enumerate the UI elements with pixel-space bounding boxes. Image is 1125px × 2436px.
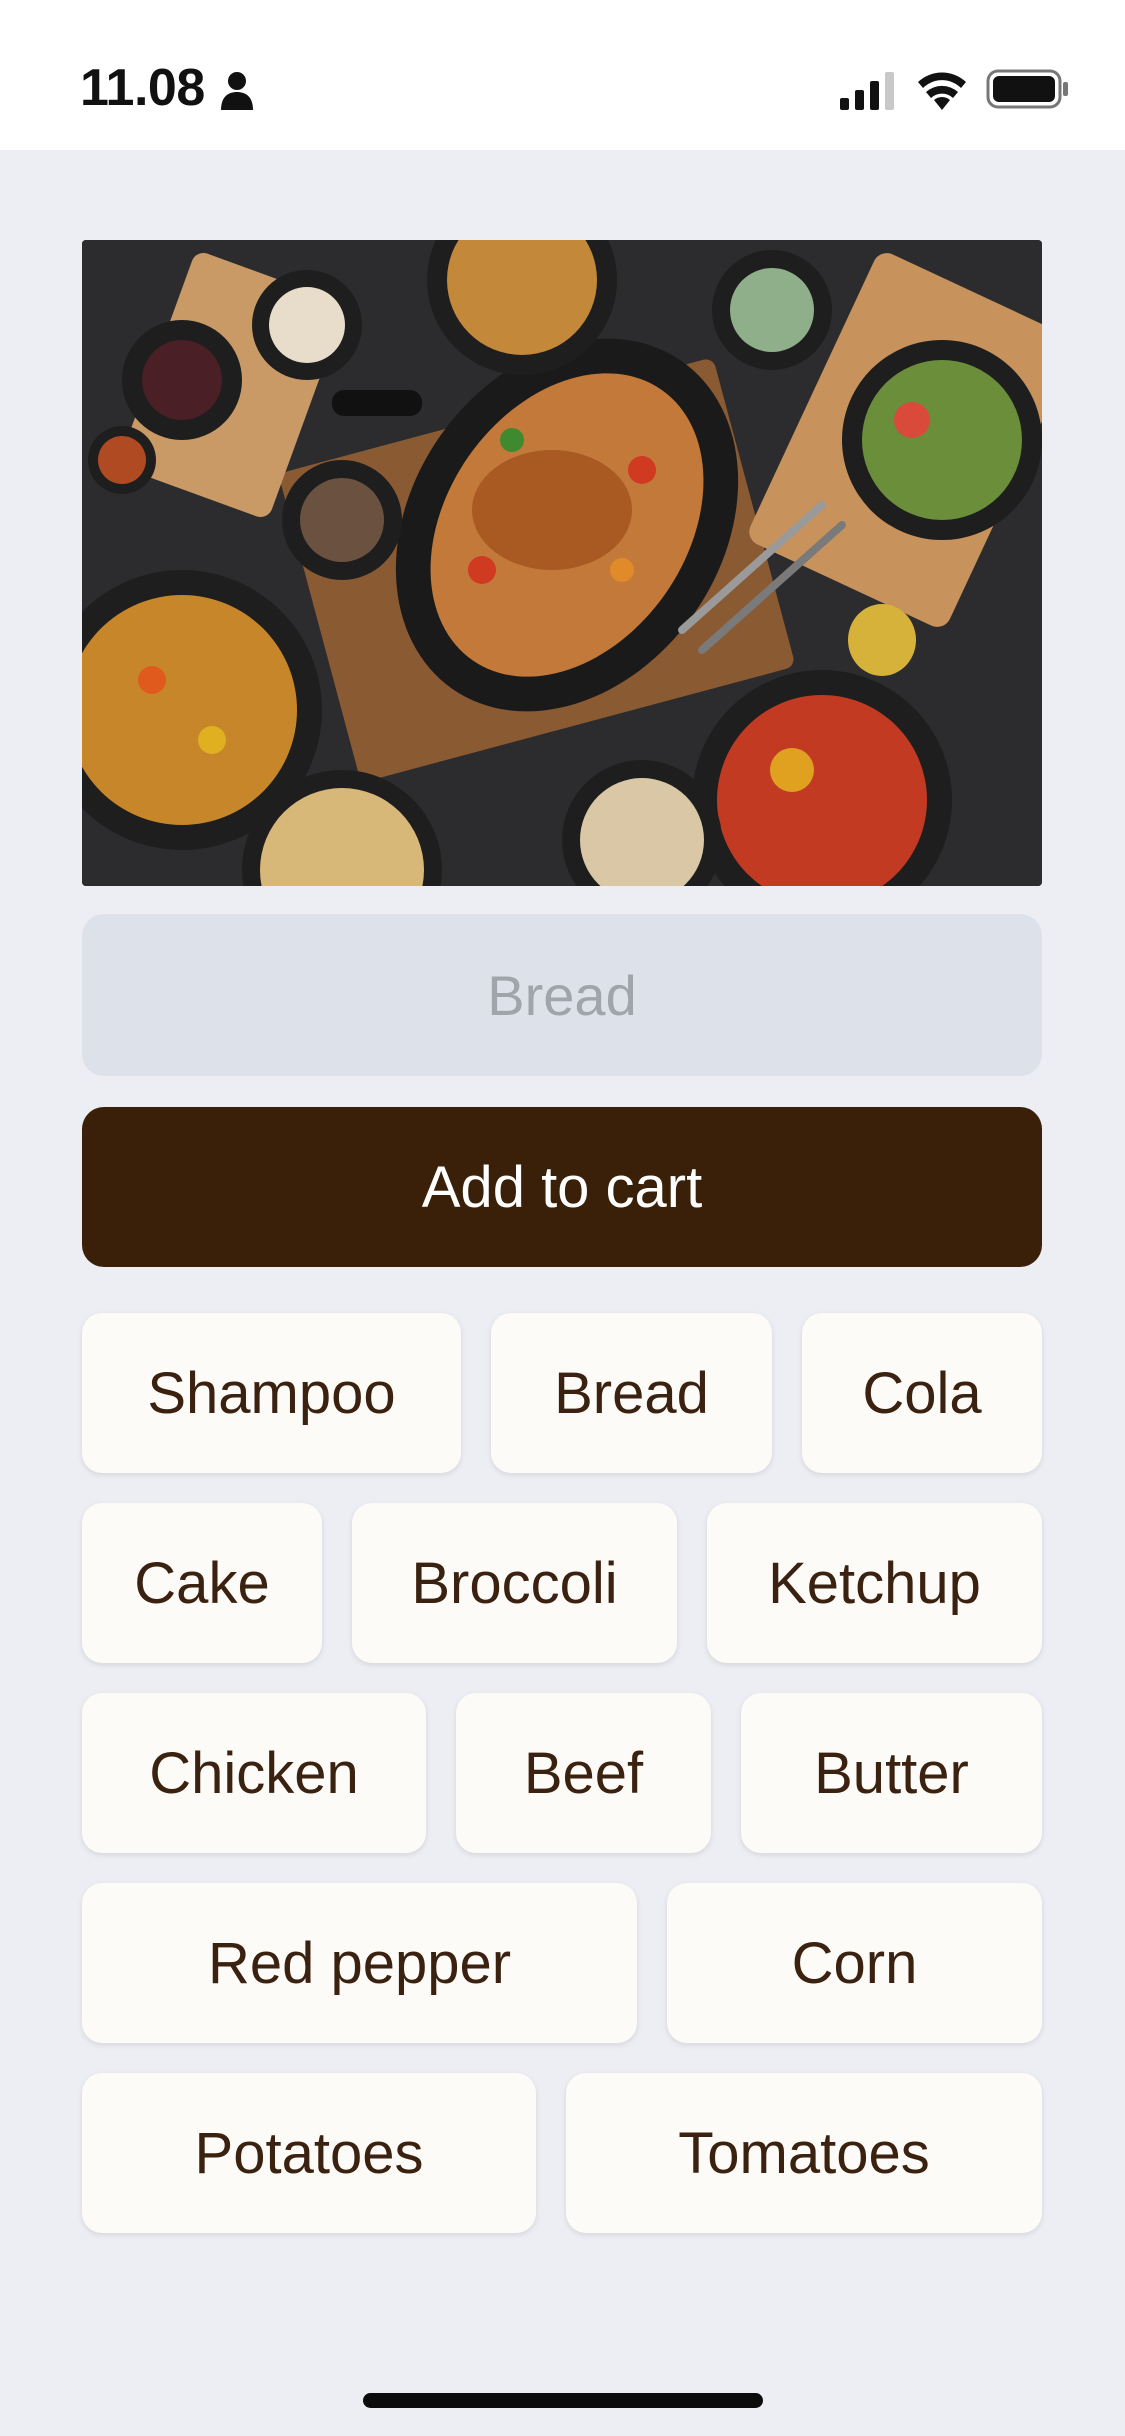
chip-beef[interactable]: Beef [456, 1693, 711, 1853]
chip-broccoli[interactable]: Broccoli [352, 1503, 677, 1663]
hero-food-image [82, 240, 1042, 886]
chip-bread[interactable]: Bread [491, 1313, 772, 1473]
cellular-signal-icon [840, 72, 894, 110]
chip-red-pepper[interactable]: Red pepper [82, 1883, 637, 2043]
food-table-photo [82, 240, 1042, 886]
add-to-cart-button[interactable]: Add to cart [82, 1107, 1042, 1267]
chip-potatoes[interactable]: Potatoes [82, 2073, 536, 2233]
chip-row: Cake Broccoli Ketchup [82, 1503, 1042, 1663]
chip-ketchup[interactable]: Ketchup [707, 1503, 1042, 1663]
selected-item-field[interactable]: Bread [82, 914, 1042, 1076]
chip-row: Shampoo Bread Cola [82, 1313, 1042, 1473]
person-icon [221, 72, 253, 110]
status-bar: 11.08 [0, 0, 1125, 150]
chip-shampoo[interactable]: Shampoo [82, 1313, 461, 1473]
battery-icon [986, 69, 1068, 109]
chip-tomatoes[interactable]: Tomatoes [566, 2073, 1042, 2233]
add-to-cart-label: Add to cart [421, 1154, 703, 1220]
chip-butter[interactable]: Butter [741, 1693, 1042, 1853]
home-indicator[interactable] [363, 2393, 763, 2408]
item-chips: Shampoo Bread Cola Cake Broccoli Ketchup… [82, 1313, 1042, 2263]
chip-chicken[interactable]: Chicken [82, 1693, 426, 1853]
status-time: 11.08 [80, 59, 205, 117]
chip-row: Chicken Beef Butter [82, 1693, 1042, 1853]
chip-cake[interactable]: Cake [82, 1503, 322, 1663]
chip-row: Red pepper Corn [82, 1883, 1042, 2043]
chip-corn[interactable]: Corn [667, 1883, 1042, 2043]
chip-cola[interactable]: Cola [802, 1313, 1042, 1473]
wifi-icon [918, 72, 966, 110]
chip-row: Potatoes Tomatoes [82, 2073, 1042, 2233]
selected-item-text: Bread [487, 963, 637, 1027]
